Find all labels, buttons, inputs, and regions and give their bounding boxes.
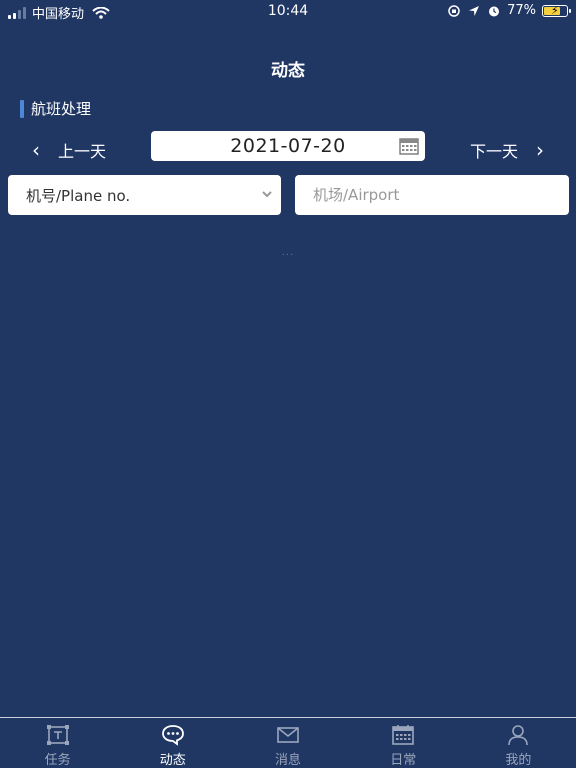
chevron-down-icon xyxy=(262,191,272,198)
tab-bar: 任务 动态 消息 日常 我的 xyxy=(0,717,576,768)
section-title: 航班处理 xyxy=(31,100,92,118)
tab-dynamics[interactable]: 动态 xyxy=(115,718,230,768)
section-header: 航班处理 xyxy=(20,98,91,119)
section-accent-bar xyxy=(20,99,24,118)
location-arrow-icon xyxy=(469,5,480,16)
next-day-label: 下一天 xyxy=(469,142,518,161)
charging-bolt-icon: ⚡ xyxy=(551,3,559,17)
date-value: 2021-07-20 xyxy=(230,135,346,157)
screen-rotation-lock-icon xyxy=(448,4,460,17)
battery-icon: ⚡ xyxy=(542,3,571,17)
status-bar: 中国移动 10:44 77% ⚡ xyxy=(0,0,576,22)
calendar-icon xyxy=(392,725,415,745)
battery-percent: 77% xyxy=(507,3,536,18)
chevron-left-icon: ‹ xyxy=(32,138,40,162)
loading-indicator: ... xyxy=(281,247,295,258)
tab-profile[interactable]: 我的 xyxy=(461,718,576,768)
tab-messages-label: 消息 xyxy=(275,753,302,768)
airport-input[interactable] xyxy=(295,175,569,215)
next-day-button[interactable]: 下一天 › xyxy=(470,138,544,162)
tab-tasks[interactable]: 任务 xyxy=(0,718,115,768)
tab-tasks-label: 任务 xyxy=(44,753,71,768)
plane-number-select-value: 机号/Plane no. xyxy=(26,186,131,205)
task-icon xyxy=(46,725,69,745)
previous-day-button[interactable]: ‹ 上一天 xyxy=(32,138,106,162)
status-right: 77% ⚡ xyxy=(447,3,571,18)
user-icon xyxy=(508,725,529,746)
tab-dynamics-label: 动态 xyxy=(159,753,186,768)
mail-icon xyxy=(277,727,299,743)
chat-bubble-icon xyxy=(161,725,184,746)
tab-messages[interactable]: 消息 xyxy=(230,718,345,768)
tab-daily[interactable]: 日常 xyxy=(346,718,461,768)
chevron-right-icon: › xyxy=(536,138,544,162)
calendar-icon[interactable] xyxy=(399,137,419,155)
alarm-icon xyxy=(489,6,500,16)
plane-number-select[interactable]: 机号/Plane no. xyxy=(8,175,281,215)
previous-day-label: 上一天 xyxy=(58,142,107,161)
page-title: 动态 xyxy=(271,61,305,81)
tab-daily-label: 日常 xyxy=(390,753,417,768)
tab-profile-label: 我的 xyxy=(505,753,532,768)
date-picker[interactable]: 2021-07-20 xyxy=(151,131,425,161)
